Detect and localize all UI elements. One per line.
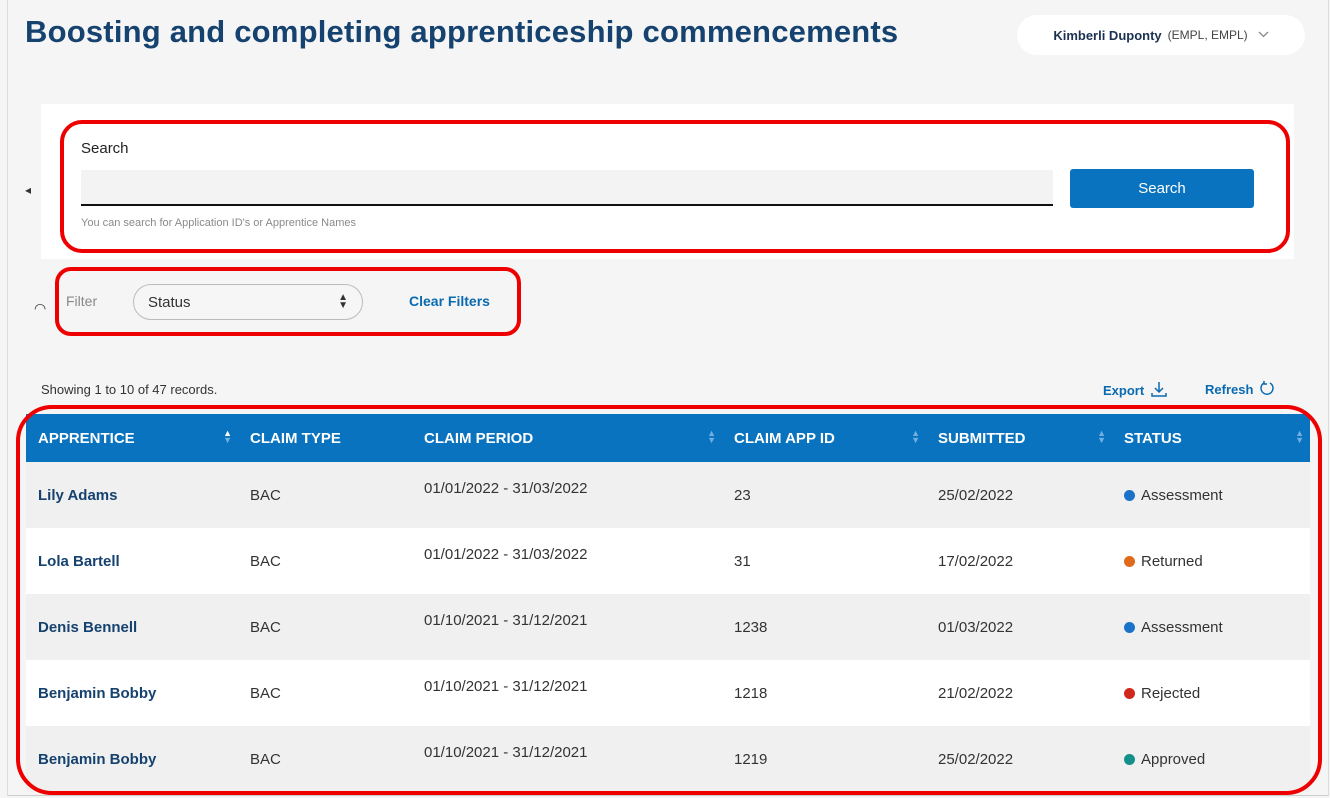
apprentice-name-link[interactable]: Denis Bennell: [26, 594, 238, 660]
status-text: Approved: [1141, 750, 1206, 768]
claim-type-cell: BAC: [250, 618, 281, 636]
status-dot-icon: [1124, 555, 1135, 567]
status-text: Assessment: [1141, 486, 1223, 504]
claim-period-cell: 01/10/2021 - 31/12/2021: [424, 678, 588, 695]
submitted-cell: 21/02/2022: [938, 684, 1014, 702]
filter-label: Filter: [66, 293, 98, 309]
column-header-submitted[interactable]: SUBMITTED ▲ ▼: [926, 414, 1112, 462]
export-label: Export: [1103, 383, 1145, 398]
clear-filters-link[interactable]: Clear Filters: [409, 293, 490, 309]
table-row[interactable]: Lily Adams BAC 01/01/2022 - 31/03/2022 2…: [26, 462, 1310, 528]
status-dot-icon: [1124, 489, 1135, 501]
refresh-icon: [1259, 380, 1275, 399]
search-label: Search: [81, 140, 129, 157]
claim-period-cell: 01/01/2022 - 31/03/2022: [424, 480, 588, 497]
claim-period-cell: 01/10/2021 - 31/12/2021: [424, 744, 588, 761]
status-cell: Approved: [1112, 726, 1310, 792]
sort-icon: ▲ ▼: [1295, 428, 1304, 445]
claim-app-id-cell: 31: [734, 552, 751, 570]
table-row[interactable]: Benjamin Bobby BAC 01/10/2021 - 31/12/20…: [26, 660, 1310, 726]
page-title: Boosting and completing apprenticeship c…: [25, 14, 899, 49]
column-header-claim-app-id[interactable]: CLAIM APP ID ▲ ▼: [722, 414, 926, 462]
status-dot-icon: [1124, 687, 1135, 699]
status-cell: Assessment: [1112, 594, 1310, 660]
select-arrows-icon: ▲ ▼: [338, 292, 348, 311]
table-row[interactable]: Denis Bennell BAC 01/10/2021 - 31/12/202…: [26, 594, 1310, 660]
user-menu[interactable]: Kimberli Duponty (EMPL, EMPL): [1017, 15, 1305, 55]
column-header-claim-period[interactable]: CLAIM PERIOD ▲ ▼: [412, 414, 722, 462]
sort-icon: ▲ ▼: [1097, 428, 1106, 445]
column-header-status[interactable]: STATUS ▲ ▼: [1112, 414, 1310, 462]
claims-table: APPRENTICE ▲ ▼ CLAIM TYPE CLAIM PERIOD ▲ ▼ C…: [26, 414, 1310, 792]
apprentice-name-link[interactable]: Lola Bartell: [26, 528, 238, 594]
apprentice-name-link[interactable]: Benjamin Bobby: [26, 660, 238, 726]
export-button[interactable]: Export: [1103, 380, 1168, 401]
refresh-label: Refresh: [1205, 382, 1254, 397]
status-cell: Returned: [1112, 528, 1310, 594]
collapse-marker[interactable]: ◂: [25, 183, 31, 197]
user-role: (EMPL, EMPL): [1167, 28, 1248, 42]
status-text: Assessment: [1141, 618, 1223, 636]
submitted-cell: 01/03/2022: [938, 618, 1014, 636]
search-input[interactable]: [81, 170, 1053, 206]
expand-marker[interactable]: ◠: [34, 300, 46, 317]
table-row[interactable]: Lola Bartell BAC 01/01/2022 - 31/03/2022…: [26, 528, 1310, 594]
claim-type-cell: BAC: [250, 552, 281, 570]
apprentice-name-link[interactable]: Lily Adams: [26, 462, 238, 528]
claim-period-cell: 01/10/2021 - 31/12/2021: [424, 612, 588, 629]
sort-icon: ▲ ▼: [223, 428, 232, 445]
user-name: Kimberli Duponty: [1053, 27, 1162, 43]
table-row[interactable]: Benjamin Bobby BAC 01/10/2021 - 31/12/20…: [26, 726, 1310, 792]
search-button[interactable]: Search: [1070, 169, 1254, 208]
column-header-claim-type: CLAIM TYPE: [250, 429, 341, 447]
status-text: Rejected: [1141, 684, 1201, 702]
claim-app-id-cell: 23: [734, 486, 751, 504]
status-cell: Rejected: [1112, 660, 1310, 726]
claim-type-cell: BAC: [250, 750, 281, 768]
status-filter-select[interactable]: Status ▲ ▼: [133, 284, 363, 320]
refresh-button[interactable]: Refresh: [1205, 380, 1275, 399]
claim-type-cell: BAC: [250, 486, 281, 504]
download-icon: [1150, 380, 1168, 401]
apprentice-name-link[interactable]: Benjamin Bobby: [26, 726, 238, 792]
claim-type-cell: BAC: [250, 684, 281, 702]
sort-icon: ▲ ▼: [707, 428, 716, 445]
status-dot-icon: [1124, 621, 1135, 633]
status-text: Returned: [1141, 552, 1203, 570]
status-select-value: Status: [148, 293, 191, 311]
claim-app-id-cell: 1218: [734, 684, 768, 702]
sort-icon: ▲ ▼: [911, 428, 920, 445]
status-cell: Assessment: [1112, 462, 1310, 528]
claim-period-cell: 01/01/2022 - 31/03/2022: [424, 546, 588, 563]
table-header-row: APPRENTICE ▲ ▼ CLAIM TYPE CLAIM PERIOD ▲ ▼ C…: [26, 414, 1310, 462]
submitted-cell: 17/02/2022: [938, 552, 1014, 570]
chevron-down-icon: [1258, 29, 1269, 41]
submitted-cell: 25/02/2022: [938, 486, 1014, 504]
records-count: Showing 1 to 10 of 47 records.: [41, 382, 218, 397]
search-hint: You can search for Application ID's or A…: [81, 217, 357, 229]
claim-app-id-cell: 1238: [734, 618, 768, 636]
status-dot-icon: [1124, 753, 1135, 765]
claim-app-id-cell: 1219: [734, 750, 768, 768]
submitted-cell: 25/02/2022: [938, 750, 1014, 768]
column-header-apprentice[interactable]: APPRENTICE ▲ ▼: [26, 414, 238, 462]
